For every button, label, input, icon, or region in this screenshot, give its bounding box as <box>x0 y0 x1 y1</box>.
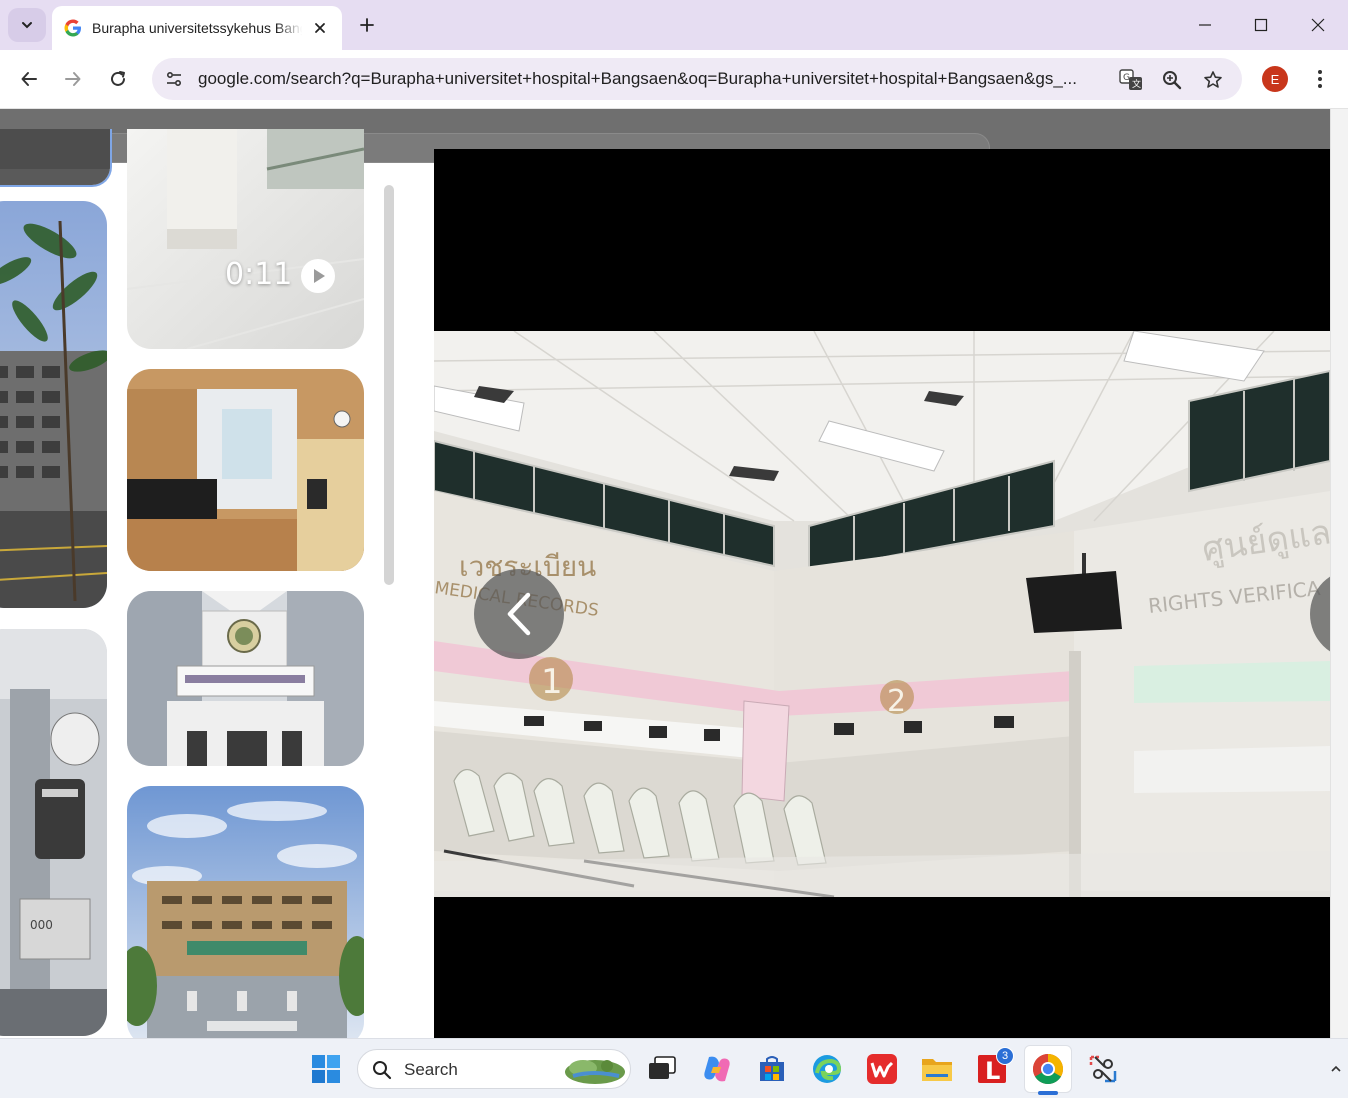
minimize-button[interactable] <box>1190 10 1220 40</box>
maximize-button[interactable] <box>1246 10 1276 40</box>
active-app-indicator <box>1038 1091 1058 1095</box>
previous-image-button[interactable] <box>474 569 564 659</box>
close-icon <box>1311 18 1325 32</box>
site-info-button[interactable] <box>160 65 188 93</box>
counter-number-2: 2 <box>887 684 906 719</box>
start-button[interactable] <box>308 1051 344 1087</box>
thumbnail-image <box>127 129 364 349</box>
more-vertical-icon <box>1318 70 1322 88</box>
image-viewer: เวชระเบียน MEDICAL RECORDS ศูนย์ดูแล RIG… <box>434 149 1330 1038</box>
landscape-highlight-icon <box>565 1060 625 1084</box>
active-tab[interactable]: Burapha universitetssykehus Bangsaen - G… <box>52 6 342 50</box>
thumbnail-image <box>0 129 110 185</box>
profile-avatar[interactable]: E <box>1262 66 1288 92</box>
svg-text:000: 000 <box>30 918 53 932</box>
wps-office-button[interactable] <box>864 1051 900 1087</box>
thumbnail-image <box>0 201 107 608</box>
file-explorer-button[interactable] <box>919 1051 955 1087</box>
bookmark-button[interactable] <box>1200 67 1226 93</box>
thumbnail-image <box>127 369 364 571</box>
counter-number-1: 1 <box>541 662 563 702</box>
page-scrollbar[interactable] <box>1330 109 1348 1038</box>
wps-icon <box>867 1054 897 1084</box>
chevron-up-icon <box>1331 1065 1341 1072</box>
snipping-tool-button[interactable] <box>1085 1051 1121 1087</box>
chrome-button[interactable] <box>1030 1051 1066 1087</box>
plus-icon <box>360 18 374 32</box>
task-view-button[interactable] <box>644 1051 680 1087</box>
image-thumbnail[interactable] <box>0 201 107 608</box>
page-content: 000 0:11 เวชระเบียน MEDICAL ศูนย์ดูแล RI… <box>0 109 1348 1038</box>
scissors-icon <box>1089 1055 1117 1083</box>
edge-icon <box>813 1055 842 1083</box>
thumbnail-image <box>127 786 364 1038</box>
new-tab-button[interactable] <box>354 12 380 38</box>
reload-icon <box>111 71 125 86</box>
arrow-right-icon <box>65 72 81 86</box>
thumbnail-image: 000 <box>0 629 107 1036</box>
browser-toolbar: google.com/search?q=Burapha+universitet+… <box>0 50 1348 109</box>
video-duration: 0:11 <box>225 257 293 292</box>
taskbar-search-label: Search <box>404 1060 458 1079</box>
title-bar: Burapha universitetssykehus Bangsaen - G… <box>0 0 1348 50</box>
close-icon <box>315 23 325 33</box>
star-icon <box>1204 71 1222 88</box>
folder-icon <box>922 1059 952 1081</box>
hospital-interior-image: เวชระเบียน MEDICAL RECORDS ศูนย์ดูแล RIG… <box>434 331 1330 897</box>
image-thumbnail[interactable] <box>127 369 364 571</box>
chrome-icon <box>1032 1054 1064 1085</box>
video-thumbnail[interactable]: 0:11 <box>127 129 364 349</box>
notification-badge: 3 <box>996 1047 1014 1065</box>
translate-button[interactable]: G文 <box>1118 67 1144 93</box>
thumbnail-scrollbar[interactable] <box>384 185 394 585</box>
zoom-button[interactable] <box>1159 67 1185 93</box>
svg-text:文: 文 <box>1132 78 1141 90</box>
tab-search-button[interactable] <box>8 8 46 42</box>
microsoft-store-button[interactable] <box>754 1051 790 1087</box>
browser-menu-button[interactable] <box>1306 65 1334 93</box>
close-window-button[interactable] <box>1303 10 1333 40</box>
maximize-icon <box>1254 18 1268 32</box>
windows-logo-icon <box>312 1055 340 1083</box>
translate-icon: G文 <box>1119 69 1142 90</box>
forward-button[interactable] <box>58 64 88 94</box>
arrow-left-icon <box>21 72 37 86</box>
edge-button[interactable] <box>809 1051 845 1087</box>
zoom-in-icon <box>1163 71 1182 90</box>
chevron-down-icon <box>22 22 32 29</box>
show-hidden-icons-button[interactable] <box>1326 1051 1346 1087</box>
task-view-icon <box>649 1056 676 1079</box>
chevron-left-icon <box>507 592 531 636</box>
address-bar[interactable]: google.com/search?q=Burapha+universitet+… <box>152 58 1242 100</box>
back-button[interactable] <box>14 64 44 94</box>
windows-taskbar: Search L 3 <box>0 1038 1348 1098</box>
image-thumbnail[interactable]: 000 <box>0 629 107 1036</box>
store-icon <box>760 1056 784 1081</box>
search-icon <box>373 1061 392 1080</box>
tab-close-button[interactable] <box>310 18 330 38</box>
copilot-button[interactable] <box>699 1051 735 1087</box>
taskbar-search-box[interactable]: Search <box>357 1049 631 1089</box>
reload-button[interactable] <box>103 64 133 94</box>
play-icon <box>301 259 335 293</box>
tune-icon <box>166 71 182 87</box>
image-thumbnail[interactable] <box>127 591 364 766</box>
svg-text:G: G <box>1123 73 1130 83</box>
thumbnail-image <box>127 591 364 766</box>
viewer-photo: เวชระเบียน MEDICAL RECORDS ศูนย์ดูแล RIG… <box>434 331 1330 897</box>
image-thumbnail[interactable] <box>127 786 364 1038</box>
google-favicon-icon <box>64 19 81 37</box>
url-text[interactable]: google.com/search?q=Burapha+universitet+… <box>198 69 1108 89</box>
minimize-icon <box>1199 24 1211 26</box>
tab-title: Burapha universitetssykehus Bangsaen - G… <box>92 20 302 36</box>
copilot-icon <box>704 1056 730 1082</box>
selected-thumbnail[interactable] <box>0 129 112 187</box>
